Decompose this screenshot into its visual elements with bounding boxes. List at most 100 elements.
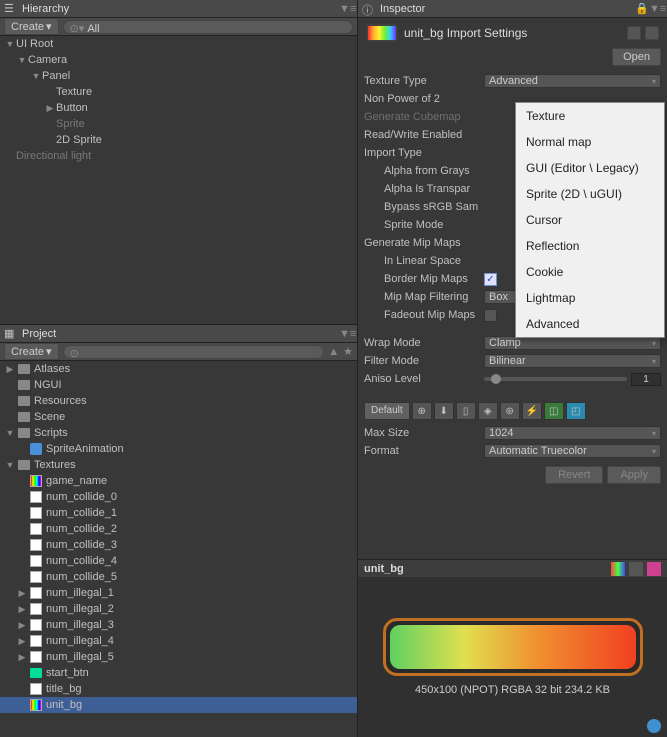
project-item[interactable]: num_collide_3	[0, 537, 357, 553]
expand-arrow-icon[interactable]	[16, 604, 28, 615]
apply-button[interactable]: Apply	[607, 466, 661, 484]
hierarchy-item[interactable]: 2D Sprite	[0, 132, 357, 148]
texture-type-option[interactable]: Normal map	[516, 129, 664, 155]
expand-arrow-icon[interactable]	[30, 71, 42, 81]
hierarchy-item-label: Panel	[42, 70, 70, 82]
fadeout-mip-check[interactable]	[484, 309, 497, 322]
preview-close-icon[interactable]	[647, 562, 661, 576]
hierarchy-item[interactable]: Sprite	[0, 116, 357, 132]
inspector-tab[interactable]: ⓘ Inspector 🔒 ▼≡	[358, 0, 667, 18]
hierarchy-tab[interactable]: ☰ Hierarchy ▼≡	[0, 0, 357, 18]
expand-arrow-icon[interactable]	[4, 39, 16, 49]
expand-arrow-icon[interactable]	[4, 428, 16, 438]
preview-rgb-icon[interactable]	[611, 562, 625, 576]
open-button[interactable]: Open	[612, 48, 661, 66]
platform-wp-icon[interactable]: ◰	[566, 402, 586, 420]
expand-arrow-icon[interactable]	[16, 652, 28, 663]
platform-flash-icon[interactable]: ⚡	[522, 402, 542, 420]
project-item[interactable]: num_collide_0	[0, 489, 357, 505]
wrap-mode-dropdown[interactable]: Clamp	[484, 336, 661, 350]
help-icon[interactable]	[627, 26, 641, 40]
preview-area: 450x100 (NPOT) RGBA 32 bit 234.2 KB	[358, 577, 667, 737]
inspector-menu-icon[interactable]: ▼≡	[649, 3, 663, 15]
texture-type-option[interactable]: Reflection	[516, 233, 664, 259]
preview-header[interactable]: unit_bg	[358, 559, 667, 577]
settings-icon[interactable]	[645, 26, 659, 40]
revert-button[interactable]: Revert	[545, 466, 603, 484]
tex-icon	[28, 490, 44, 504]
project-item[interactable]: num_illegal_5	[0, 649, 357, 665]
project-item[interactable]: Scripts	[0, 425, 357, 441]
project-item[interactable]: NGUI	[0, 377, 357, 393]
hierarchy-item[interactable]: Button	[0, 100, 357, 116]
project-item-label: num_collide_2	[46, 523, 117, 535]
project-item[interactable]: num_collide_1	[0, 505, 357, 521]
create-button[interactable]: Create▾	[4, 18, 59, 35]
fav-icon[interactable]: ▲	[328, 346, 339, 358]
texture-type-option[interactable]: Cookie	[516, 259, 664, 285]
project-item[interactable]: game_name	[0, 473, 357, 489]
platform-ios-icon[interactable]: ▯	[456, 402, 476, 420]
hierarchy-item[interactable]: Directional light	[0, 148, 357, 164]
project-search[interactable]: ⊙	[63, 345, 325, 359]
project-item[interactable]: num_illegal_2	[0, 601, 357, 617]
expand-arrow-icon[interactable]	[4, 460, 16, 470]
platform-standalone-icon[interactable]: ⬇	[434, 402, 454, 420]
expand-arrow-icon[interactable]	[44, 103, 56, 114]
texture-type-option[interactable]: Sprite (2D \ uGUI)	[516, 181, 664, 207]
project-create-button[interactable]: Create▾	[4, 343, 59, 360]
platform-default[interactable]: Default	[364, 402, 410, 420]
rainbow-icon	[28, 474, 44, 488]
hierarchy-item[interactable]: Texture	[0, 84, 357, 100]
tex-icon	[28, 682, 44, 696]
project-tab[interactable]: ▦ Project ▼≡	[0, 325, 357, 343]
platform-android-icon[interactable]: ◈	[478, 402, 498, 420]
project-item[interactable]: Textures	[0, 457, 357, 473]
max-size-dropdown[interactable]: 1024	[484, 426, 661, 440]
assetbundle-badge-icon[interactable]	[647, 719, 661, 733]
hierarchy-menu-icon[interactable]: ▼≡	[339, 3, 353, 15]
format-dropdown[interactable]: Automatic Truecolor	[484, 444, 661, 458]
preview-mip-icon[interactable]	[629, 562, 643, 576]
project-item-label: num_collide_3	[46, 539, 117, 551]
project-item[interactable]: num_illegal_1	[0, 585, 357, 601]
expand-arrow-icon[interactable]	[16, 620, 28, 631]
project-item[interactable]: Atlases	[0, 361, 357, 377]
project-item[interactable]: start_btn	[0, 665, 357, 681]
project-item[interactable]: SpriteAnimation	[0, 441, 357, 457]
platform-wsa-icon[interactable]: ◫	[544, 402, 564, 420]
hierarchy-item[interactable]: Camera	[0, 52, 357, 68]
project-item[interactable]: num_illegal_4	[0, 633, 357, 649]
aniso-value[interactable]: 1	[631, 373, 661, 386]
project-item[interactable]: Scene	[0, 409, 357, 425]
project-item[interactable]: num_collide_4	[0, 553, 357, 569]
project-item[interactable]: unit_bg	[0, 697, 357, 713]
filter-icon[interactable]: ★	[343, 345, 353, 358]
project-item-label: title_bg	[46, 683, 81, 695]
project-item[interactable]: num_collide_2	[0, 521, 357, 537]
expand-arrow-icon[interactable]	[4, 364, 16, 375]
platform-bb-icon[interactable]: ⊛	[500, 402, 520, 420]
texture-type-option[interactable]: Lightmap	[516, 285, 664, 311]
expand-arrow-icon[interactable]	[16, 588, 28, 599]
texture-type-option[interactable]: GUI (Editor \ Legacy)	[516, 155, 664, 181]
project-item[interactable]: num_collide_5	[0, 569, 357, 585]
hierarchy-search[interactable]: ⊙▾All	[63, 20, 353, 34]
inspector-lock-icon[interactable]: 🔒	[635, 2, 649, 15]
project-item[interactable]: Resources	[0, 393, 357, 409]
hierarchy-item[interactable]: UI Root	[0, 36, 357, 52]
expand-arrow-icon[interactable]	[16, 636, 28, 647]
aniso-slider[interactable]	[484, 377, 627, 381]
platform-web-icon[interactable]: ⊕	[412, 402, 432, 420]
filter-mode-dropdown[interactable]: Bilinear	[484, 354, 661, 368]
texture-type-option[interactable]: Advanced	[516, 311, 664, 337]
texture-type-dropdown[interactable]: Advanced	[484, 74, 661, 88]
border-mip-check[interactable]	[484, 273, 497, 286]
project-item[interactable]: title_bg	[0, 681, 357, 697]
project-menu-icon[interactable]: ▼≡	[339, 328, 353, 340]
texture-type-option[interactable]: Cursor	[516, 207, 664, 233]
hierarchy-item[interactable]: Panel	[0, 68, 357, 84]
expand-arrow-icon[interactable]	[16, 55, 28, 65]
texture-type-option[interactable]: Texture	[516, 103, 664, 129]
project-item[interactable]: num_illegal_3	[0, 617, 357, 633]
